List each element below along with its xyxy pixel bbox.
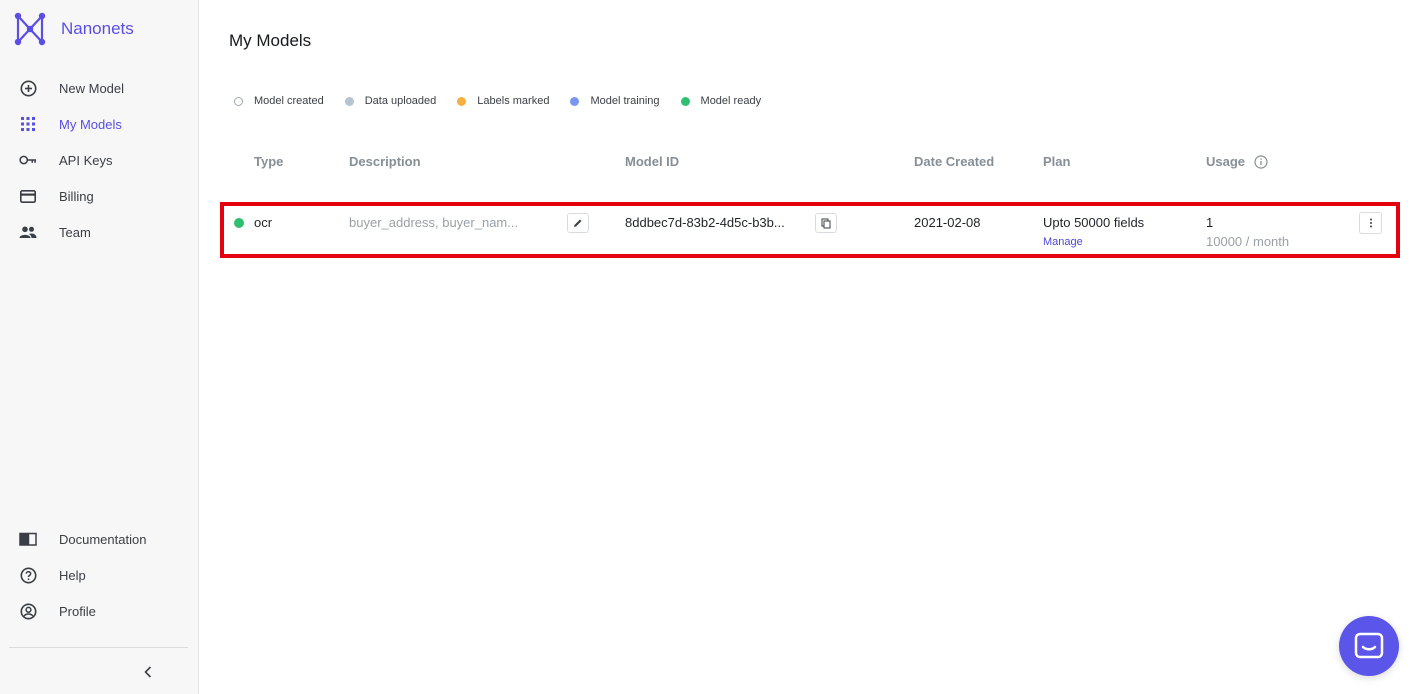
status-dot [234, 218, 244, 228]
copy-icon [821, 218, 831, 228]
copy-model-id-button[interactable] [815, 213, 837, 233]
sidebar-item-label: My Models [59, 116, 122, 132]
main-content: My Models Model created Data uploaded La… [199, 0, 1416, 694]
column-header-plan: Plan [1043, 154, 1071, 169]
chat-launcher-button[interactable] [1339, 616, 1399, 676]
legend-dot [457, 96, 467, 106]
book-icon [19, 530, 37, 548]
cell-type: ocr [254, 215, 273, 230]
cell-description: buyer_address, buyer_nam... [349, 215, 519, 230]
legend-label: Model ready [700, 95, 762, 107]
sidebar-item-profile[interactable]: Profile [0, 593, 199, 629]
edit-description-button[interactable] [567, 213, 589, 233]
user-circle-icon [19, 602, 37, 620]
manage-plan-link[interactable]: Manage [1043, 236, 1083, 248]
legend-item-model-training: Model training [570, 95, 660, 107]
key-icon [19, 151, 37, 169]
column-header-date-created: Date Created [914, 154, 995, 169]
row-actions-button[interactable] [1359, 212, 1382, 234]
grid-icon [19, 115, 37, 133]
legend-item-model-created: Model created [234, 95, 324, 107]
cell-date-created: 2021-02-08 [914, 215, 981, 230]
legend-dot [680, 96, 690, 106]
legend-dot [344, 96, 354, 106]
sidebar-nav: New Model My Models API Keys Billing Tea… [0, 70, 199, 250]
sidebar-item-label: Documentation [59, 531, 147, 547]
legend-label: Labels marked [477, 95, 550, 107]
sidebar: Nanonets New Model My Models API Keys Bi… [0, 0, 199, 694]
sidebar-item-my-models[interactable]: My Models [0, 106, 199, 142]
legend-dot [570, 96, 580, 106]
legend-item-data-uploaded: Data uploaded [344, 95, 437, 107]
help-circle-icon [19, 566, 37, 584]
sidebar-item-api-keys[interactable]: API Keys [0, 142, 199, 178]
legend-label: Model created [254, 95, 324, 107]
sidebar-item-label: Billing [59, 188, 94, 204]
column-header-model-id: Model ID [625, 154, 680, 169]
legend-dot [234, 96, 243, 106]
sidebar-item-help[interactable]: Help [0, 557, 199, 593]
legend-item-labels-marked: Labels marked [457, 95, 549, 107]
credit-card-icon [19, 187, 37, 205]
sidebar-item-label: API Keys [59, 152, 113, 168]
chevron-left-icon [144, 666, 152, 678]
legend-label: Data uploaded [364, 95, 437, 107]
page-title: My Models [229, 31, 312, 50]
people-icon [19, 223, 37, 241]
sidebar-bottom-nav: Documentation Help Profile [0, 521, 199, 629]
legend-label: Model training [590, 95, 660, 107]
brand-name: Nanonets [61, 19, 134, 38]
collapse-sidebar-button[interactable] [139, 662, 157, 682]
chat-icon [1354, 632, 1384, 659]
sidebar-item-label: Team [59, 224, 91, 240]
sidebar-item-label: Help [59, 567, 86, 583]
column-header-usage-wrap: Usage [1206, 154, 1268, 169]
more-vertical-icon [1369, 218, 1372, 228]
table-row-highlight [220, 202, 1400, 258]
brand[interactable]: Nanonets [14, 12, 134, 46]
sidebar-item-billing[interactable]: Billing [0, 178, 199, 214]
pencil-icon [574, 219, 582, 227]
plus-circle-icon [19, 79, 37, 97]
sidebar-item-label: New Model [59, 80, 125, 96]
cell-usage-limit: 10000 / month [1206, 234, 1290, 249]
sidebar-item-documentation[interactable]: Documentation [0, 521, 199, 557]
status-legend: Model created Data uploaded Labels marke… [234, 95, 782, 107]
legend-item-model-ready: Model ready [680, 95, 762, 107]
sidebar-item-team[interactable]: Team [0, 214, 199, 250]
sidebar-item-new-model[interactable]: New Model [0, 70, 199, 106]
sidebar-divider [9, 647, 188, 648]
column-header-type: Type [254, 154, 284, 169]
cell-plan: Upto 50000 fields [1043, 215, 1145, 230]
nanonets-logo-icon [14, 12, 46, 46]
cell-model-id: 8ddbec7d-83b2-4d5c-b3b... [625, 215, 785, 230]
info-icon[interactable] [1254, 154, 1268, 169]
column-header-description: Description [349, 154, 421, 169]
cell-usage: 1 [1206, 215, 1214, 230]
sidebar-item-label: Profile [59, 603, 96, 619]
column-header-usage: Usage [1206, 154, 1246, 169]
